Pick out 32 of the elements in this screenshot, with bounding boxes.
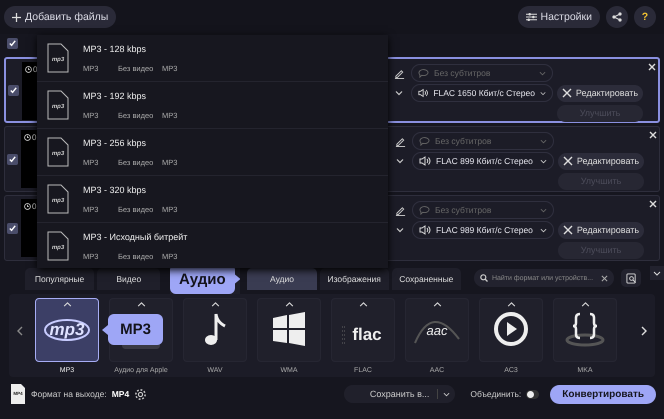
edit-button[interactable]: Редактировать	[558, 152, 644, 170]
format-card[interactable]: flac	[331, 298, 395, 362]
format-card[interactable]: aac	[405, 298, 469, 362]
format-tab[interactable]: Аудио	[247, 268, 317, 290]
tooltip: MP3	[102, 314, 163, 345]
merge-label: Объединить:	[470, 389, 522, 399]
flac-logo: flac	[338, 309, 388, 349]
format-tab[interactable]: Изображения	[320, 268, 389, 290]
help-button[interactable]: ?	[634, 6, 656, 28]
duration-text: 0	[25, 64, 38, 74]
preset-title: MP3 - Исходный битрейт	[83, 232, 188, 242]
edit-button[interactable]: Редактировать	[558, 222, 644, 238]
format-tab[interactable]: Сохраненные	[392, 268, 461, 290]
duration-text: 0	[24, 201, 36, 211]
format-tab[interactable]: Популярные	[25, 268, 94, 290]
preset-title: MP3 - 128 kbps	[83, 44, 148, 54]
format-tab[interactable]: Видео	[97, 268, 160, 290]
settings-button[interactable]: Настройки	[518, 6, 600, 28]
duration-text: 0	[24, 132, 36, 142]
audio-track-dropdown[interactable]: FLAC 989 Кбит/с Стерео	[412, 221, 554, 239]
preset-title: MP3 - 256 kbps	[83, 138, 148, 148]
preset-title: MP3 - 320 kbps	[83, 184, 148, 194]
format-card[interactable]: mp3	[35, 298, 99, 362]
edit-button[interactable]: Редактировать	[557, 84, 643, 102]
preset-title: MP3 - 192 kbps	[83, 90, 148, 100]
output-format-value: MP4	[112, 389, 130, 399]
audio-track-dropdown[interactable]: FLAC 1650 Кбит/с Стерео	[411, 84, 553, 102]
add-files-button[interactable]: Добавить файлы	[4, 6, 116, 28]
aac-logo: aac	[412, 309, 462, 349]
output-format-label: Формат на выходе:	[31, 389, 107, 399]
audio-track-dropdown[interactable]: FLAC 899 Кбит/с Стерео	[412, 152, 554, 170]
convert-button[interactable]: Конвертировать	[550, 384, 656, 404]
